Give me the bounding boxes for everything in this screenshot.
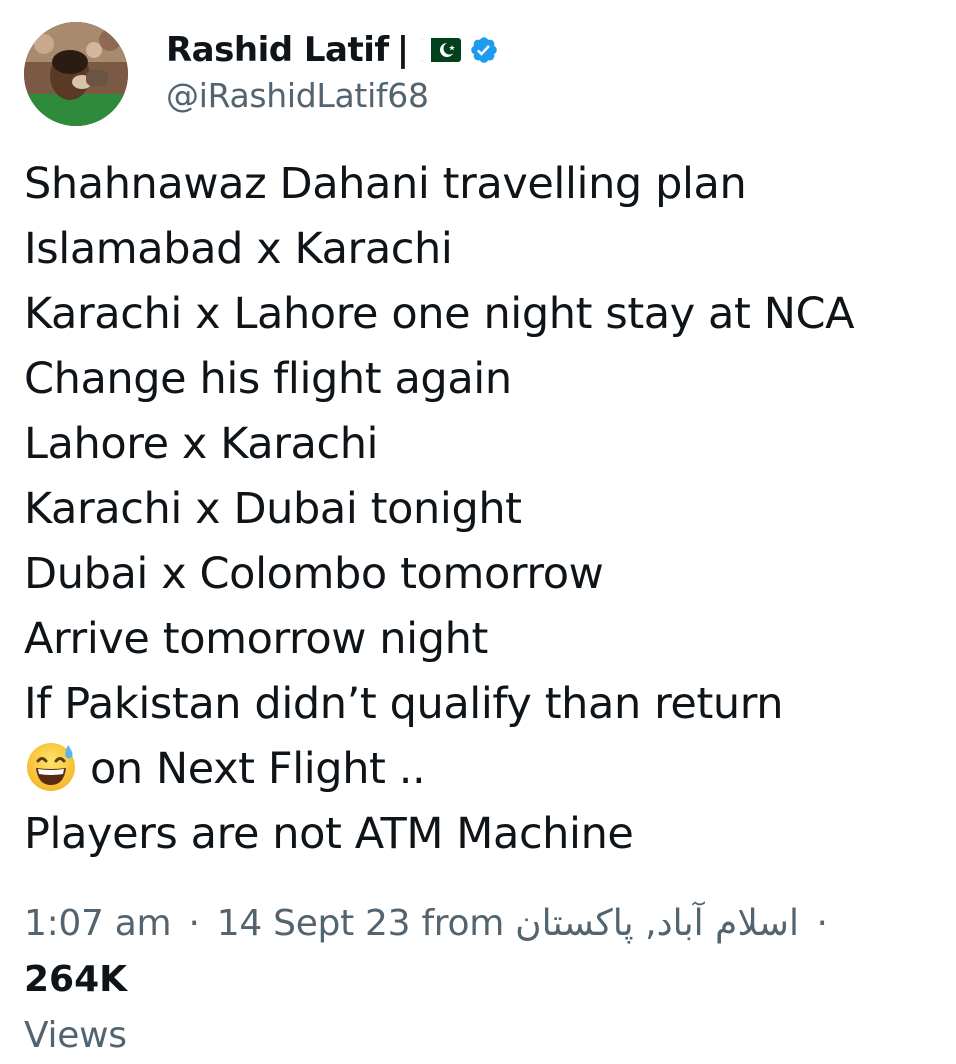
author-names: Rashid Latif | @iRashidLatif68 <box>166 22 499 115</box>
tweet-line-with-emoji: on Next Flight .. <box>24 737 944 802</box>
author-handle[interactable]: @iRashidLatif68 <box>166 76 499 115</box>
tweet-line: If Pakistan didn’t qualify than return <box>24 679 784 729</box>
tweet-line: Change his flight again <box>24 354 512 404</box>
tweet-card: Rashid Latif | @iRashidLatif68 Shahnawaz… <box>0 0 956 1056</box>
tweet-line: Karachi x Lahore one night stay at NCA <box>24 289 855 339</box>
author-display-name[interactable]: Rashid Latif <box>166 30 389 70</box>
tweet-location[interactable]: اسلام آباد, پاکستان <box>515 903 799 944</box>
tweet-line: Players are not ATM Machine <box>24 809 634 859</box>
tweet-line: Karachi x Dubai tonight <box>24 484 522 534</box>
tweet-date[interactable]: 14 Sept 23 <box>217 903 411 944</box>
name-separator: | <box>396 30 410 70</box>
name-row: Rashid Latif | <box>166 28 499 72</box>
from-label: from <box>421 903 505 944</box>
avatar[interactable] <box>24 22 128 126</box>
views-label: Views <box>24 1015 127 1056</box>
tweet-time[interactable]: 1:07 am <box>24 903 172 944</box>
pakistan-flag-icon <box>421 36 462 64</box>
meta-separator: · <box>816 903 828 944</box>
tweet-line: Arrive tomorrow night <box>24 614 488 664</box>
verified-badge-icon[interactable] <box>469 35 499 65</box>
views-count[interactable]: 264K <box>24 959 127 1000</box>
tweet-line: Shahnawaz Dahani travelling plan <box>24 159 747 209</box>
tweet-header: Rashid Latif | @iRashidLatif68 <box>24 22 499 126</box>
tweet-meta: 1:07 am · 14 Sept 23 from اسلام آباد, پا… <box>24 896 936 1064</box>
tweet-line: Islamabad x Karachi <box>24 224 453 274</box>
tweet-text: Shahnawaz Dahani travelling plan Islamab… <box>24 152 944 867</box>
tweet-line: Dubai x Colombo tomorrow <box>24 549 604 599</box>
tweet-line: Lahore x Karachi <box>24 419 379 469</box>
meta-separator: · <box>188 903 200 944</box>
tweet-line-text: on Next Flight .. <box>90 744 426 794</box>
grinning-face-with-sweat-emoji <box>24 739 78 793</box>
